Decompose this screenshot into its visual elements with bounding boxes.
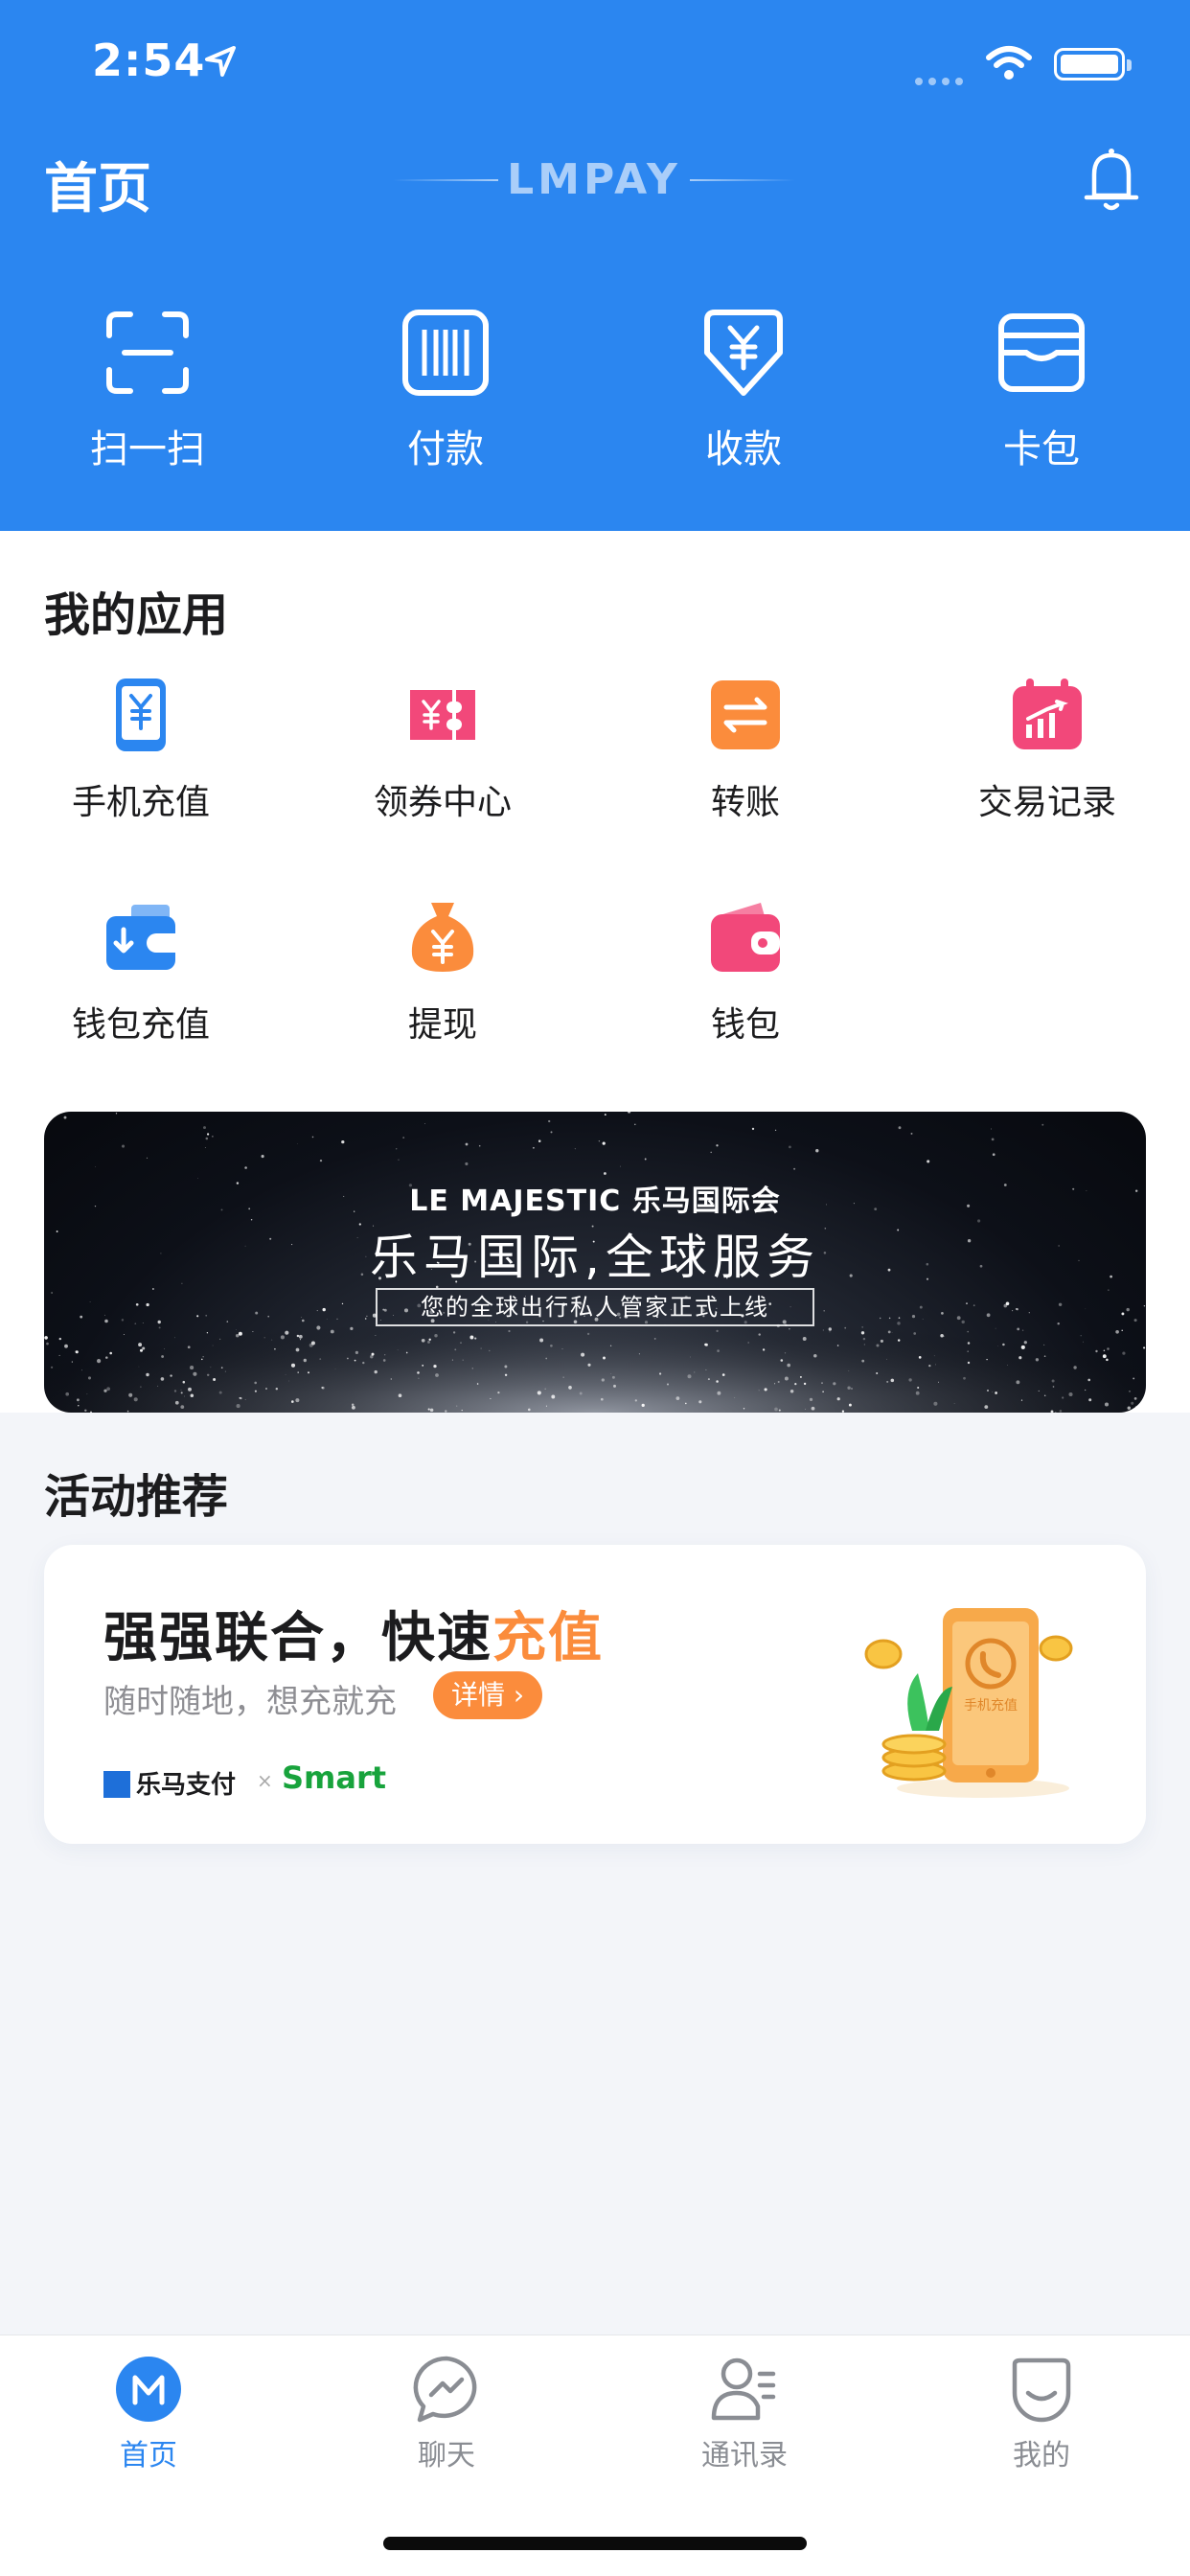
activity-card[interactable]: 强强联合，快速充值 随时随地，想充就充 详情 › 乐马支付 × Smart 手机… — [44, 1545, 1146, 1844]
wallet-icon — [711, 903, 780, 972]
wifi-icon — [986, 46, 1032, 80]
smart-logo: Smart — [282, 1760, 387, 1796]
app-transfer[interactable]: 转账 — [630, 677, 860, 824]
tab-home[interactable]: 首页 — [53, 2355, 244, 2473]
promo-banner[interactable]: LE MAJESTIC 乐马国际会 乐马国际,全球服务 您的全球出行私人管家正式… — [44, 1112, 1146, 1413]
transfer-icon — [711, 680, 780, 749]
section-title-activity: 活动推荐 — [44, 1470, 229, 1524]
quick-action-card-wallet[interactable]: 卡包 — [946, 305, 1137, 473]
section-title-my-apps: 我的应用 — [44, 588, 229, 642]
activity-subtext: 随时随地，想充就充 — [103, 1683, 397, 1721]
cellular-signal-icon — [915, 71, 969, 89]
status-time: 2:54 — [92, 34, 206, 86]
contacts-icon — [711, 2358, 776, 2421]
logo-separator: × — [257, 1769, 273, 1792]
app-withdraw[interactable]: 提现 — [328, 899, 558, 1046]
banner-brand: LE MAJESTIC 乐马国际会 — [409, 1184, 781, 1218]
home-indicator — [383, 2537, 807, 2550]
profile-smile-icon — [1012, 2358, 1071, 2423]
transaction-record-icon — [1013, 678, 1082, 749]
brand-logo-text: LMPAY — [507, 155, 681, 204]
tab-profile[interactable]: 我的 — [946, 2355, 1137, 2473]
app-phone-recharge[interactable]: 手机充值 — [26, 677, 256, 824]
details-button[interactable]: 详情 › — [433, 1671, 542, 1719]
lema-pay-logo: 乐马支付 — [103, 1765, 236, 1801]
barcode-icon — [402, 310, 489, 396]
activity-headline-accent: 充值 — [492, 1607, 604, 1669]
page-title: 首页 — [44, 158, 151, 220]
battery-icon — [1054, 48, 1132, 80]
banner-title: 乐马国际,全球服务 — [370, 1230, 820, 1285]
quick-action-pay[interactable]: 付款 — [350, 305, 541, 473]
notification-bell-icon[interactable] — [1081, 146, 1142, 215]
tab-chat[interactable]: 聊天 — [351, 2355, 542, 2473]
location-arrow-icon — [205, 46, 236, 77]
app-wallet[interactable]: 钱包 — [630, 899, 860, 1046]
coupon-icon — [410, 690, 475, 740]
withdraw-icon — [411, 903, 474, 972]
scan-icon — [106, 311, 189, 394]
app-coupon-center[interactable]: 领券中心 — [328, 677, 558, 824]
header-area: 2:54 首页 LMPAY 扫一扫 付款 收款 卡包 — [0, 0, 1190, 531]
wallet-recharge-icon — [106, 905, 175, 970]
app-wallet-recharge[interactable]: 钱包充值 — [26, 899, 256, 1046]
art-label: 手机充值 — [964, 1698, 1018, 1714]
status-bar: 2:54 — [0, 0, 1190, 125]
receive-yuan-icon — [704, 310, 783, 396]
phone-recharge-illustration: 手机充值 — [864, 1608, 1073, 1798]
brand-logo: LMPAY — [393, 151, 795, 209]
quick-action-scan[interactable]: 扫一扫 — [52, 305, 243, 473]
quick-action-receive[interactable]: 收款 — [648, 305, 839, 473]
banner-subtitle: 您的全球出行私人管家正式上线 — [376, 1288, 814, 1326]
chat-icon — [413, 2356, 477, 2423]
phone-recharge-icon — [116, 678, 166, 751]
tab-contacts[interactable]: 通讯录 — [649, 2355, 840, 2473]
activity-headline: 强强联合，快速充值 — [103, 1607, 604, 1669]
app-transaction-records[interactable]: 交易记录 — [932, 677, 1162, 824]
card-wallet-icon — [998, 313, 1085, 392]
home-m-icon — [116, 2357, 181, 2422]
tab-bar: 首页 聊天 通讯录 我的 — [0, 2334, 1190, 2576]
